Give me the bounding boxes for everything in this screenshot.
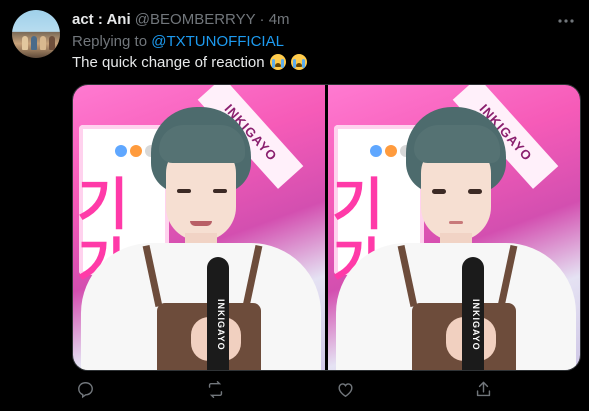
eye	[432, 189, 446, 194]
share-icon	[476, 381, 491, 397]
stage-dot	[115, 145, 127, 157]
share-button[interactable]	[472, 378, 496, 402]
stage-dot	[130, 145, 142, 157]
like-button[interactable]	[334, 378, 358, 402]
reply-button[interactable]	[74, 378, 98, 402]
author-handle[interactable]: @BEOMBERRYY	[135, 11, 256, 28]
separator: ·	[259, 11, 265, 28]
eye	[213, 189, 227, 193]
reply-prefix: Replying to	[72, 33, 152, 50]
loudly-crying-face-icon	[290, 54, 307, 70]
like-icon	[338, 383, 353, 398]
avatar-figure	[31, 36, 37, 50]
stage-dot	[370, 145, 382, 157]
tweet-text-content: The quick change of reaction	[72, 54, 265, 71]
loudly-crying-face-icon	[269, 54, 286, 70]
retweet-icon	[208, 381, 223, 398]
tweet-header: act : Ani @BEOMBERRYY · 4m	[72, 10, 290, 30]
replying-to: Replying to @TXTUNOFFICIAL	[72, 32, 284, 52]
eye	[468, 189, 482, 194]
avatar-figure	[49, 36, 55, 50]
avatar-figure	[40, 36, 46, 50]
avatar[interactable]	[12, 10, 60, 58]
mouth	[449, 221, 463, 224]
retweet-button[interactable]	[204, 378, 228, 402]
stage-dot	[385, 145, 397, 157]
media-image[interactable]: 기가 INKIGAYO INKIGAYO	[73, 85, 325, 370]
reply-icon	[78, 382, 93, 399]
eye	[177, 189, 191, 193]
tweet-media: 기가 INKIGAYO INKIGAYO 기가 INKIGAYO	[72, 84, 581, 371]
reply-mention-link[interactable]: @TXTUNOFFICIAL	[151, 33, 284, 50]
fringe	[414, 125, 500, 163]
tweet-actions	[72, 378, 579, 402]
tweet-text: The quick change of reaction	[72, 53, 307, 73]
timestamp[interactable]: 4m	[269, 11, 290, 28]
avatar-figure	[22, 36, 28, 50]
mic-label: INKIGAYO	[216, 299, 226, 351]
author-name[interactable]: act : Ani	[72, 11, 131, 28]
mic-label: INKIGAYO	[471, 299, 481, 351]
media-image[interactable]: 기가 INKIGAYO INKIGAYO	[328, 85, 580, 370]
more-options-icon[interactable]	[557, 12, 575, 30]
mouth	[190, 221, 212, 226]
fringe	[159, 125, 245, 163]
